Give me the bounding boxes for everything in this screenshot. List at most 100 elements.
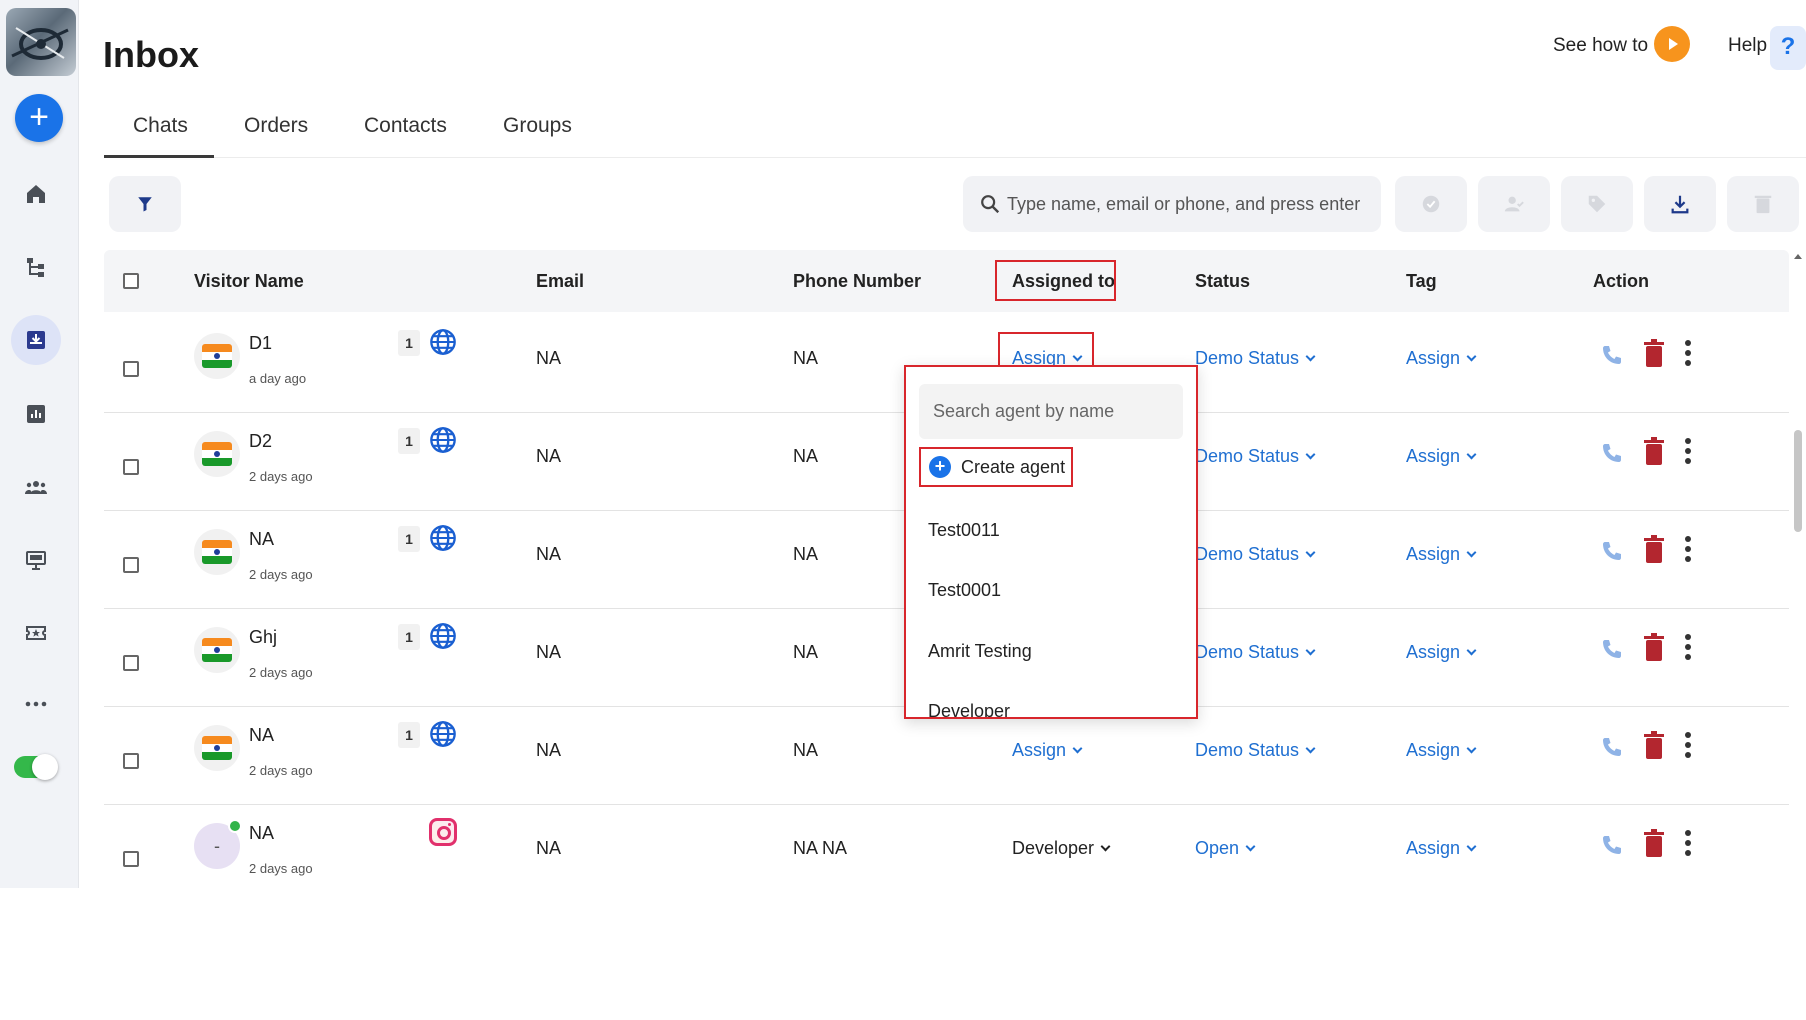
help-icon[interactable]: ? bbox=[1770, 26, 1806, 70]
status-dropdown[interactable]: Demo Status bbox=[1195, 642, 1316, 663]
tab-groups[interactable]: Groups bbox=[503, 114, 572, 138]
more-icon[interactable] bbox=[16, 684, 56, 724]
trash-icon[interactable] bbox=[1644, 339, 1664, 367]
trash-icon[interactable] bbox=[1644, 829, 1664, 857]
phone-icon[interactable] bbox=[1600, 735, 1624, 759]
unread-count-badge: 1 bbox=[398, 526, 420, 552]
row-checkbox[interactable] bbox=[123, 361, 139, 377]
assigned-to-value: Assign bbox=[1012, 740, 1067, 760]
row-checkbox[interactable] bbox=[123, 655, 139, 671]
globe-icon bbox=[429, 720, 457, 748]
tab-orders[interactable]: Orders bbox=[244, 114, 308, 138]
delete-selected-button[interactable] bbox=[1727, 176, 1799, 232]
reports-icon[interactable] bbox=[16, 394, 56, 434]
trash-icon[interactable] bbox=[1644, 731, 1664, 759]
table-row[interactable]: - NA 2 days ago NA NA NA Developer Open Assign bbox=[104, 805, 1789, 888]
phone-icon[interactable] bbox=[1600, 343, 1624, 367]
trash-icon bbox=[1754, 195, 1772, 214]
select-all-checkbox[interactable] bbox=[123, 273, 139, 289]
avatar bbox=[194, 333, 240, 379]
more-options-icon[interactable] bbox=[1685, 340, 1691, 366]
email-cell: NA bbox=[536, 544, 562, 564]
more-options-icon[interactable] bbox=[1685, 536, 1691, 562]
table-scrollbar[interactable] bbox=[1790, 250, 1806, 888]
plus-icon: + bbox=[929, 456, 951, 478]
agent-search-input[interactable] bbox=[919, 384, 1183, 439]
more-options-icon[interactable] bbox=[1685, 438, 1691, 464]
trash-icon[interactable] bbox=[1644, 535, 1664, 563]
tickets-icon[interactable] bbox=[16, 613, 56, 653]
phone-icon[interactable] bbox=[1600, 441, 1624, 465]
download-icon bbox=[1671, 195, 1689, 214]
unread-count-badge: 1 bbox=[398, 624, 420, 650]
status-dropdown[interactable]: Open bbox=[1195, 838, 1256, 859]
scroll-up-icon[interactable] bbox=[1794, 254, 1802, 259]
agent-option[interactable]: Test0011 bbox=[928, 520, 1000, 541]
resolve-button[interactable] bbox=[1395, 176, 1467, 232]
status-dropdown[interactable]: Demo Status bbox=[1195, 740, 1316, 761]
app-window: + Inbox See how to use Help ? Chats Orde… bbox=[0, 0, 1806, 888]
new-conversation-button[interactable]: + bbox=[15, 94, 63, 142]
more-options-icon[interactable] bbox=[1685, 732, 1691, 758]
phone-icon[interactable] bbox=[1600, 833, 1624, 857]
inbox-icon[interactable] bbox=[11, 315, 61, 365]
visitor-name[interactable]: Ghj bbox=[249, 627, 277, 648]
tag-dropdown[interactable]: Assign bbox=[1406, 348, 1477, 369]
tag-dropdown[interactable]: Assign bbox=[1406, 446, 1477, 467]
tag-value: Assign bbox=[1406, 348, 1461, 368]
help-label[interactable]: Help bbox=[1728, 35, 1767, 57]
visitor-name[interactable]: D1 bbox=[249, 333, 272, 354]
create-agent-button[interactable]: + Create agent bbox=[919, 447, 1073, 487]
trash-icon[interactable] bbox=[1644, 633, 1664, 661]
agent-option[interactable]: Test0001 bbox=[928, 580, 1001, 601]
assigned-to-dropdown[interactable]: Assign bbox=[1012, 740, 1083, 761]
assign-agent-button[interactable] bbox=[1478, 176, 1550, 232]
visitor-name[interactable]: NA bbox=[249, 823, 274, 844]
tag-dropdown[interactable]: Assign bbox=[1406, 544, 1477, 565]
app-logo[interactable] bbox=[6, 8, 76, 76]
india-flag-icon bbox=[202, 442, 232, 466]
widget-icon[interactable] bbox=[16, 540, 56, 580]
row-checkbox[interactable] bbox=[123, 753, 139, 769]
india-flag-icon bbox=[202, 344, 232, 368]
phone-icon[interactable] bbox=[1600, 539, 1624, 563]
agent-option[interactable]: Developer bbox=[928, 701, 1010, 717]
flow-icon[interactable] bbox=[16, 247, 56, 287]
download-button[interactable] bbox=[1644, 176, 1716, 232]
trash-icon[interactable] bbox=[1644, 437, 1664, 465]
table-row[interactable]: NA 2 days ago 1 NA NA Assign Demo Status Assign bbox=[104, 707, 1789, 805]
scrollbar-thumb[interactable] bbox=[1794, 430, 1802, 532]
status-dropdown[interactable]: Demo Status bbox=[1195, 348, 1316, 369]
visitor-name[interactable]: NA bbox=[249, 529, 274, 550]
agent-option[interactable]: Amrit Testing bbox=[928, 641, 1032, 662]
row-checkbox[interactable] bbox=[123, 557, 139, 573]
contacts-icon[interactable] bbox=[16, 467, 56, 507]
more-options-icon[interactable] bbox=[1685, 634, 1691, 660]
more-options-icon[interactable] bbox=[1685, 830, 1691, 856]
last-seen-time: a day ago bbox=[249, 371, 307, 386]
tag-dropdown[interactable]: Assign bbox=[1406, 642, 1477, 663]
visitor-name[interactable]: D2 bbox=[249, 431, 272, 452]
chevron-down-icon bbox=[1305, 743, 1316, 754]
tag-button[interactable] bbox=[1561, 176, 1633, 232]
india-flag-icon bbox=[202, 736, 232, 760]
phone-icon[interactable] bbox=[1600, 637, 1624, 661]
status-dropdown[interactable]: Demo Status bbox=[1195, 446, 1316, 467]
home-icon[interactable] bbox=[16, 174, 56, 214]
visitor-name[interactable]: NA bbox=[249, 725, 274, 746]
assigned-to-dropdown[interactable]: Developer bbox=[1012, 838, 1111, 859]
tab-chats[interactable]: Chats bbox=[133, 114, 188, 138]
availability-toggle[interactable] bbox=[14, 754, 58, 780]
tab-contacts[interactable]: Contacts bbox=[364, 114, 447, 138]
last-seen-time: 2 days ago bbox=[249, 861, 313, 876]
filter-button[interactable] bbox=[109, 176, 181, 232]
search-input[interactable] bbox=[1007, 184, 1372, 224]
status-dropdown[interactable]: Demo Status bbox=[1195, 544, 1316, 565]
play-icon[interactable] bbox=[1654, 26, 1690, 62]
page-title: Inbox bbox=[103, 34, 199, 75]
tag-dropdown[interactable]: Assign bbox=[1406, 838, 1477, 859]
row-checkbox[interactable] bbox=[123, 459, 139, 475]
check-circle-icon bbox=[1422, 195, 1440, 213]
row-checkbox[interactable] bbox=[123, 851, 139, 867]
tag-dropdown[interactable]: Assign bbox=[1406, 740, 1477, 761]
